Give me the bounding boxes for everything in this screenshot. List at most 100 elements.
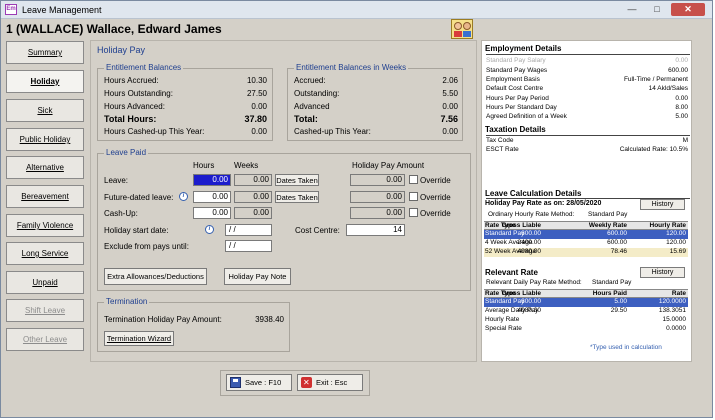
termination-wizard-button[interactable]: Termination Wizard <box>104 331 174 346</box>
nav-sick-button[interactable]: Sick <box>6 99 84 122</box>
nav-alternative-button[interactable]: Alternative <box>6 156 84 179</box>
emp-row-wages: Standard Pay Wages 600.00 <box>486 67 688 74</box>
exit-button[interactable]: Exit : Esc <box>297 374 363 391</box>
cash-up-override-checkbox[interactable] <box>409 208 418 217</box>
hours-cashed-up-value: 0.00 <box>251 127 267 136</box>
table-row[interactable]: Average Daily Pay 4080.00 29.50 138.3051 <box>484 307 688 316</box>
leave-dates-taken-button[interactable]: Dates Taken <box>275 174 319 186</box>
cash-up-label: Cash-Up: <box>104 209 138 218</box>
future-leave-override-checkbox[interactable] <box>409 192 418 201</box>
save-button[interactable]: Save : F10 <box>226 374 292 391</box>
nav-unpaid-button[interactable]: Unpaid <box>6 271 84 294</box>
table-row[interactable]: 4 Week Average 2400.00 600.00 120.00 <box>484 239 688 248</box>
leave-calc-title: Leave Calculation Details <box>485 189 582 198</box>
weeks-outstanding-label: Outstanding: <box>294 89 340 98</box>
emp-row-cost-centre: Default Cost Centre 14 Akld/Sales <box>486 85 688 92</box>
nav-family-violence-button[interactable]: Family Violence <box>6 214 84 237</box>
leave-paid-title: Leave Paid <box>104 148 149 157</box>
employees-avatar-icon[interactable] <box>451 19 473 39</box>
divider <box>486 135 690 136</box>
leave-amount-input[interactable]: 0.00 <box>350 174 405 186</box>
rate-as-on-label: Holiday Pay Rate as on: 28/05/2020 <box>485 200 602 207</box>
leave-override-checkbox[interactable] <box>409 175 418 184</box>
leave-label: Leave: <box>104 176 129 185</box>
weeks-advanced-value: 0.00 <box>442 102 458 111</box>
col-hours-header: Hours <box>193 161 215 170</box>
close-icon[interactable]: ✕ <box>671 3 705 16</box>
emp-row-hours-per-day: Hours Per Standard Day 8.00 <box>486 104 688 111</box>
future-leave-dates-taken-button[interactable]: Dates Taken <box>275 191 319 203</box>
info-icon[interactable]: i <box>179 192 188 201</box>
employment-details-title: Employment Details <box>485 44 562 53</box>
weeks-accrued-label: Accrued: <box>294 76 326 85</box>
holiday-pay-title: Holiday Pay <box>97 45 146 55</box>
total-hours-value: 37.80 <box>244 114 267 124</box>
termination-amount-label: Termination Holiday Pay Amount: <box>104 315 222 324</box>
hours-accrued-label: Hours Accrued: <box>104 76 159 85</box>
exclude-date-input[interactable]: / / <box>225 240 272 252</box>
cash-up-weeks-input[interactable]: 0.00 <box>234 207 272 219</box>
table-row[interactable]: Standard Pay 600.00 5.00 120.0000 <box>484 298 688 307</box>
hours-outstanding-label: Hours Outstanding: <box>104 89 173 98</box>
exclude-label: Exclude from pays until: <box>104 242 189 251</box>
emp-row-salary: Standard Pay Salary 0.00 <box>486 57 688 64</box>
future-leave-amount-input[interactable]: 0.00 <box>350 191 405 203</box>
extra-allowances-button[interactable]: Extra Allowances/Deductions <box>104 268 207 285</box>
exit-label: Exit : Esc <box>316 378 348 387</box>
table-row[interactable]: Hourly Rate 15.0000 <box>484 316 688 325</box>
weeks-cashed-up-label: Cashed-up This Year: <box>294 127 371 136</box>
nav-summary-button[interactable]: Summary <box>6 41 84 64</box>
future-leave-hours-input[interactable]: 0.00 <box>193 191 231 203</box>
table-row[interactable]: Special Rate 0.0000 <box>484 325 688 334</box>
nav-public-holiday-button[interactable]: Public Holiday <box>6 128 84 151</box>
cost-centre-input[interactable]: 14 <box>346 224 405 236</box>
termination-title: Termination <box>104 297 150 306</box>
relevant-method-row: Relevant Daily Pay Rate Method: Standard … <box>486 279 632 286</box>
relevant-history-button[interactable]: History <box>640 267 685 278</box>
table-header: Rate Type Gross Liable Weekly Rate Hourly R… <box>484 221 688 230</box>
holiday-pay-note-button[interactable]: Holiday Pay Note <box>224 268 291 285</box>
holiday-start-date-input[interactable]: / / <box>225 224 272 236</box>
minimize-icon[interactable]: — <box>621 3 643 16</box>
tax-row-esct: ESCT Rate Calculated Rate: 10.5% <box>486 146 688 153</box>
nav-shift-leave-button: Shift Leave <box>6 299 84 322</box>
leave-hours-input[interactable]: 0.00 <box>193 174 231 186</box>
history-button[interactable]: History <box>640 199 685 210</box>
weeks-total-label: Total: <box>294 114 318 124</box>
weeks-outstanding-value: 5.50 <box>442 89 458 98</box>
weeks-total-value: 7.56 <box>440 114 458 124</box>
title-bar: Em Leave Management — □ ✕ <box>1 1 712 19</box>
taxation-details-title: Taxation Details <box>485 125 546 134</box>
employee-header: 1 (WALLACE) Wallace, Edward James <box>6 22 222 36</box>
divider <box>486 54 690 55</box>
window-title: Leave Management <box>22 5 102 15</box>
table-row[interactable]: Standard Pay 600.00 600.00 120.00 <box>484 230 688 239</box>
future-leave-label: Future-dated leave: <box>104 193 174 202</box>
hours-advanced-label: Hours Advanced: <box>104 102 165 111</box>
hours-advanced-value: 0.00 <box>251 102 267 111</box>
nav-holiday-button[interactable]: Holiday <box>6 70 84 93</box>
leave-weeks-input[interactable]: 0.00 <box>234 174 272 186</box>
app-icon: Em <box>5 4 17 15</box>
cash-up-hours-input[interactable]: 0.00 <box>193 207 231 219</box>
holiday-start-label: Holiday start date: <box>104 226 169 235</box>
info-icon[interactable]: i <box>205 225 214 234</box>
col-weeks-header: Weeks <box>234 161 259 170</box>
save-label: Save : F10 <box>245 378 282 387</box>
nav-bereavement-button[interactable]: Bereavement <box>6 185 84 208</box>
table-header: Rate Type Gross Liable Hours Paid Rate <box>484 289 688 298</box>
col-amount-header: Holiday Pay Amount <box>352 161 425 170</box>
cash-up-override-label: Override <box>420 209 451 218</box>
nav-long-service-button[interactable]: Long Service <box>6 242 84 265</box>
cost-centre-label: Cost Centre: <box>295 226 340 235</box>
save-icon <box>230 377 241 388</box>
cash-up-amount-input[interactable]: 0.00 <box>350 207 405 219</box>
future-leave-weeks-input[interactable]: 0.00 <box>234 191 272 203</box>
maximize-icon[interactable]: □ <box>646 3 668 16</box>
weeks-accrued-value: 2.06 <box>442 76 458 85</box>
table-row[interactable]: 52 Week Average 4080.00 78.46 15.69 <box>484 248 688 257</box>
weeks-advanced-label: Advanced <box>294 102 330 111</box>
rate-method-row: Ordinary Hourly Rate Method: Standard Pay <box>488 211 628 218</box>
relevant-rate-title: Relevant Rate <box>485 268 538 277</box>
entitlement-weeks-title: Entitlement Balances in Weeks <box>294 63 409 72</box>
